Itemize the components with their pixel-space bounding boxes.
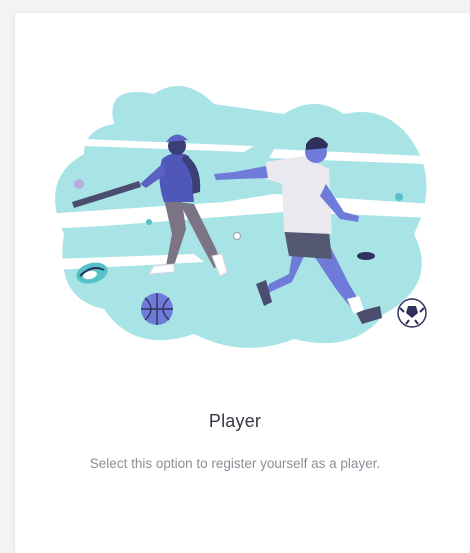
soccer-ball-icon bbox=[397, 298, 427, 328]
teal-ball-icon bbox=[395, 193, 403, 201]
sports-players-illustration bbox=[44, 86, 434, 348]
small-ball-icon bbox=[146, 219, 152, 225]
hockey-puck-icon bbox=[357, 252, 375, 260]
option-title: Player bbox=[208, 411, 262, 431]
option-description: Select this option to register yourself … bbox=[89, 456, 381, 471]
basketball-icon bbox=[141, 293, 173, 325]
baseball-icon bbox=[233, 232, 241, 240]
